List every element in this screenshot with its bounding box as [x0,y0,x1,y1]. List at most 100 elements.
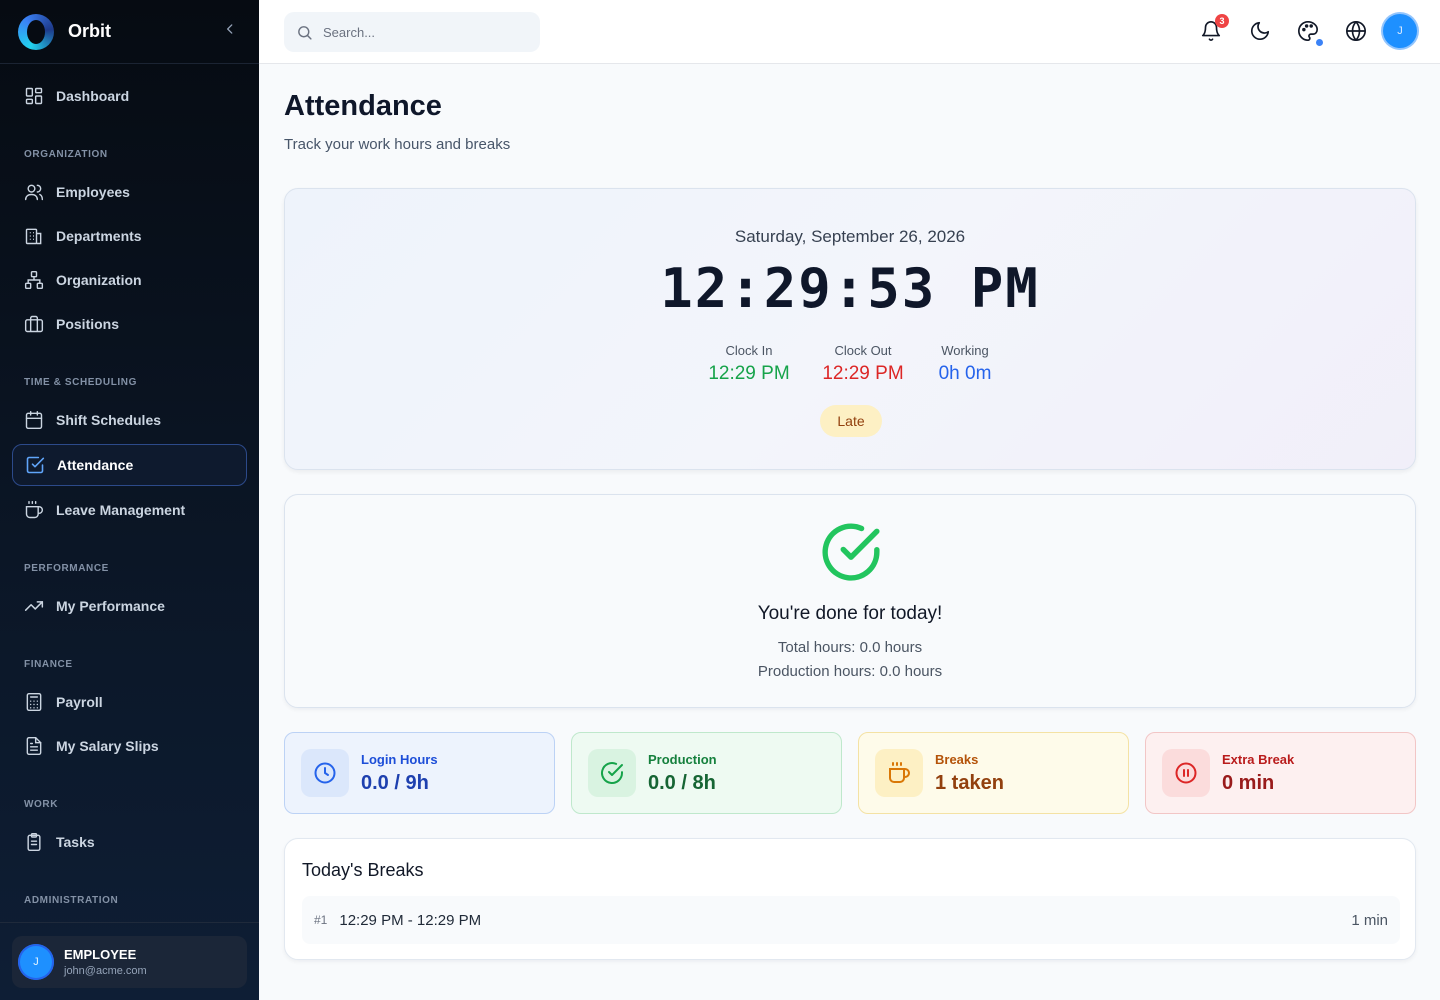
palette-icon [1298,21,1318,41]
break-number: #1 [314,913,328,927]
language-button[interactable] [1345,20,1369,44]
section-label-administration: ADMINISTRATION [24,895,119,906]
sidebar-item-employees[interactable]: Employees [12,172,247,212]
theme-toggle-button[interactable] [1249,20,1273,44]
section-label-time: TIME & SCHEDULING [24,377,137,388]
login-hours-card: Login Hours 0.0 / 9h [284,732,555,814]
coffee-icon [25,500,43,519]
sidebar-item-leave-management[interactable]: Leave Management [12,490,247,530]
production-label: Production [648,751,717,767]
sidebar: Orbit Dashboard ORGANIZATION Employees D… [0,0,259,1000]
clock-in-value: 12:29 PM [708,363,790,384]
user-email: john@acme.com [64,965,147,977]
sidebar-divider [0,922,259,923]
break-duration: 1 min [1351,911,1388,929]
login-hours-label: Login Hours [361,751,438,767]
production-hours: Production hours: 0.0 hours [757,663,943,680]
sidebar-item-attendance[interactable]: Attendance [12,444,247,486]
user-profile-card[interactable]: J EMPLOYEE john@acme.com [12,936,247,988]
breaks-text: Breaks 1 taken [935,752,1004,795]
breaks-label: Breaks [935,751,979,767]
brand: Orbit [0,0,259,64]
file-text-icon [26,736,42,756]
grid-icon [25,87,43,105]
clock-in-label: Clock In [725,343,773,358]
coffee-icon [889,762,910,783]
sidebar-item-label: Payroll [56,694,103,710]
pause-circle-icon [1175,762,1197,784]
globe-icon [1346,21,1366,41]
search-input[interactable] [323,24,523,40]
sidebar-item-organization[interactable]: Organization [12,260,247,300]
status-badge: Late [820,405,882,437]
sidebar-item-positions[interactable]: Positions [12,304,247,344]
sidebar-item-dashboard[interactable]: Dashboard [12,76,247,116]
notifications-button[interactable]: 3 [1200,14,1229,44]
app-name: Orbit [68,21,111,41]
page-subtitle: Track your work hours and breaks [284,136,511,153]
color-palette-button[interactable] [1297,20,1323,46]
calculator-icon [26,692,42,712]
clock-out-stat: Clock Out 12:29 PM [813,343,913,385]
sidebar-item-label: Organization [56,272,142,288]
briefcase-icon [24,315,44,333]
calendar-icon [25,410,43,430]
break-row: #1 12:29 PM - 12:29 PM 1 min [302,896,1400,944]
extra-break-value: 0 min [1222,771,1275,794]
sidebar-item-departments[interactable]: Departments [12,216,247,256]
search-box[interactable] [284,12,540,52]
sidebar-item-label: Dashboard [56,88,130,104]
current-date: Saturday, September 26, 2026 [734,227,966,246]
sidebar-item-shift-schedules[interactable]: Shift Schedules [12,400,247,440]
building-icon [25,228,42,245]
collapse-sidebar-button[interactable] [219,22,241,41]
clock-in-stat: Clock In 12:29 PM [699,343,799,385]
clock-out-value: 12:29 PM [822,363,904,384]
sidebar-item-label: Shift Schedules [56,412,162,428]
sidebar-item-label: My Salary Slips [56,738,159,754]
working-label: Working [941,343,989,358]
todays-breaks-card: Today's Breaks #1 12:29 PM - 12:29 PM 1 … [284,838,1416,960]
section-label-performance: PERFORMANCE [24,563,109,574]
sidebar-item-tasks[interactable]: Tasks [12,822,247,862]
moon-icon [1250,21,1270,41]
sidebar-item-label: Leave Management [56,502,186,518]
current-time: 12:29:53 PM [660,257,1040,320]
sidebar-item-my-salary-slips[interactable]: My Salary Slips [12,726,247,766]
breaks-title: Today's Breaks [302,860,424,880]
breaks-value: 1 taken [935,771,1004,794]
production-card: Production 0.0 / 8h [571,732,842,814]
user-avatar-button[interactable]: J [1383,14,1417,48]
palette-indicator-dot [1316,39,1323,46]
sidebar-item-my-performance[interactable]: My Performance [12,586,247,626]
section-label-work: WORK [24,799,59,810]
user-role: EMPLOYEE [64,947,137,962]
clipboard-icon [27,832,41,852]
section-label-organization: ORGANIZATION [24,149,108,160]
breaks-stat-card: Breaks 1 taken [858,732,1129,814]
trending-up-icon [24,601,44,611]
section-label-finance: FINANCE [24,659,73,670]
clock-out-label: Clock Out [834,343,892,358]
notification-badge: 3 [1215,14,1229,28]
search-icon [298,25,312,40]
sidebar-item-label: Positions [56,316,120,332]
break-time-range: 12:29 PM - 12:29 PM [339,911,482,929]
org-chart-icon [24,270,44,290]
check-circle-icon [601,762,623,785]
login-hours-value: 0.0 / 9h [361,771,429,794]
chevron-left-icon [227,24,233,34]
breaks-icon-box [875,749,923,797]
extra-break-text: Extra Break 0 min [1222,752,1294,795]
page-title: Attendance [284,90,442,122]
check-square-icon [26,456,45,474]
check-circle-icon [822,523,880,581]
clock-icon [314,762,336,784]
user-meta: EMPLOYEE john@acme.com [64,947,147,977]
sidebar-item-label: Attendance [57,457,134,473]
sidebar-item-label: My Performance [56,598,165,614]
extra-break-card: Extra Break 0 min [1145,732,1416,814]
sidebar-item-payroll[interactable]: Payroll [12,682,247,722]
production-text: Production 0.0 / 8h [648,752,717,795]
sidebar-item-label: Tasks [56,834,95,850]
